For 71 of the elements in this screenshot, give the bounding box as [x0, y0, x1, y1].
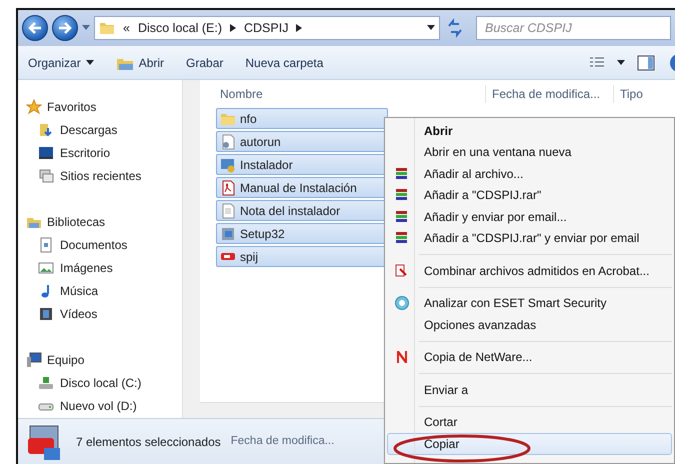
dropdown-icon[interactable]: [427, 25, 435, 31]
back-button[interactable]: [22, 15, 48, 41]
menu-item[interactable]: Añadir al archivo...: [387, 163, 672, 184]
toolbar-button[interactable]: Grabar: [186, 52, 224, 74]
menu-item[interactable]: Añadir a "CDSPIJ.rar": [387, 184, 672, 206]
menu-item[interactable]: Analizar con ESET Smart Security: [387, 292, 672, 314]
sidebar-item[interactable]: Nuevo vol (D:): [26, 394, 182, 417]
arrow-left-icon: [28, 22, 42, 34]
sidebar-item[interactable]: Bibliotecas: [26, 210, 182, 233]
star-icon: [26, 98, 42, 114]
toolbar-button[interactable]: Nueva carpeta: [245, 52, 324, 74]
forward-button[interactable]: [52, 15, 78, 41]
settings-file-icon: [220, 134, 236, 150]
menu-item[interactable]: Añadir a "CDSPIJ.rar" y enviar por email: [387, 228, 672, 249]
caret-icon[interactable]: [617, 60, 625, 65]
toolbar-button[interactable]: Organizar: [28, 52, 94, 74]
folder-icon: [99, 20, 115, 36]
breadcrumb[interactable]: Disco local (E:): [138, 18, 222, 38]
toolbar-button[interactable]: Abrir: [116, 52, 164, 74]
folder-icon: [38, 122, 54, 138]
caret-icon: [86, 60, 94, 65]
column-header[interactable]: Nombre: [200, 85, 485, 103]
sidebar-item[interactable]: Documentos: [26, 233, 182, 256]
menu-item[interactable]: Combinar archivos admitidos en Acrobat...: [387, 260, 672, 282]
windows-icon: [38, 168, 54, 184]
menu-item[interactable]: Copia de NetWare...: [387, 346, 672, 368]
pdf-file-icon: [220, 180, 236, 196]
film-icon: [38, 306, 54, 322]
chevron-right-icon[interactable]: [296, 24, 302, 32]
text-file-icon: [220, 202, 236, 218]
chevron-right-icon[interactable]: [230, 24, 236, 32]
installer-icon: [220, 156, 236, 172]
setup-icon: [220, 226, 236, 242]
books-icon: [394, 208, 410, 225]
picture-icon: [38, 260, 54, 276]
sidebar-item[interactable]: Vídeos: [26, 302, 182, 325]
arrow-right-icon: [58, 22, 72, 34]
sidebar-item[interactable]: Equipo: [26, 348, 182, 371]
computer-icon: [26, 352, 42, 368]
address-overflow[interactable]: «: [123, 18, 130, 38]
address-bar[interactable]: « Disco local (E:) CDSPIJ: [94, 16, 440, 40]
drive-icon: [38, 374, 54, 390]
history-dropdown-icon[interactable]: [82, 25, 90, 31]
column-header[interactable]: Fecha de modifica...: [485, 85, 613, 103]
file-row[interactable]: nfo: [216, 108, 388, 129]
menu-item[interactable]: Enviar a: [387, 379, 672, 400]
sidebar-item[interactable]: Disco local (C:): [26, 371, 182, 394]
sidebar-item[interactable]: Música: [26, 279, 182, 302]
books-icon: [394, 166, 410, 182]
sidebar-item[interactable]: Descargas: [26, 118, 182, 141]
monitor-icon: [38, 144, 54, 160]
menu-item[interactable]: Abrir: [387, 120, 672, 142]
vertical-scrollbar[interactable]: [182, 80, 200, 418]
sidebar-item[interactable]: Escritorio: [26, 141, 182, 164]
menu-item[interactable]: Cortar: [387, 412, 672, 433]
status-summary: 7 elementos seleccionados: [76, 434, 221, 450]
document-icon: [38, 236, 54, 252]
view-list-icon[interactable]: [589, 56, 605, 70]
menu-item[interactable]: Opciones avanzadas: [387, 314, 672, 336]
preview-pane-icon[interactable]: [637, 54, 655, 70]
sidebar-item[interactable]: Imágenes: [26, 256, 182, 279]
menu-item[interactable]: Abrir en una ventana nueva: [387, 142, 672, 163]
status-detail: Fecha de modifica...: [230, 434, 334, 449]
breadcrumb[interactable]: CDSPIJ: [244, 18, 288, 38]
menu-item[interactable]: Copiar: [387, 433, 672, 454]
search-placeholder: Buscar CDSPIJ: [485, 20, 572, 37]
column-header[interactable]: Tipo: [613, 85, 653, 103]
sidebar-item[interactable]: Sitios recientes: [26, 164, 182, 187]
letter-n-icon: [394, 349, 410, 366]
sidebar-item[interactable]: Favoritos: [26, 95, 182, 118]
menu-item[interactable]: Añadir y enviar por email...: [387, 206, 672, 228]
